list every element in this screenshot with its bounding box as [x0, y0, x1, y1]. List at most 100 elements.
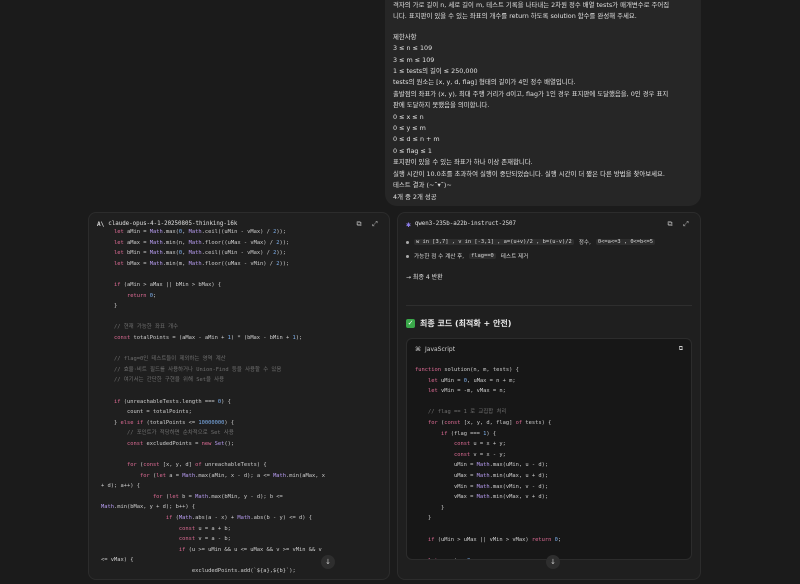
code-line: vMax = Math.min(vMax, v + d);	[415, 494, 549, 501]
inline-code: w in [3,7] , v in [-3,1] , a=(u+v)/2 , b…	[414, 239, 574, 245]
prompt-line: 판에 도달하지 못했음을 의미합니다.	[393, 101, 490, 110]
qwen-logo-icon: ✱	[406, 219, 411, 229]
list-text: 가능한 점 수 계산 후,	[414, 254, 465, 260]
code-line: // 포인트가 적당하면 순차적으로 Set 사용	[126, 430, 234, 437]
code-line: return 0;	[126, 292, 157, 299]
response-body: w in [3,7] , v in [-3,1] , a=(u+v)/2 , b…	[398, 235, 700, 579]
code-line: <= vMax) {	[101, 557, 134, 564]
code-line: let vMin = -m, vMax = n;	[427, 388, 506, 395]
prompt-line: tests의 원소는 [x, y, d, flag] 형태의 길이가 4인 정수…	[393, 78, 576, 87]
prompt-line: 출발점의 좌표가 (x, y), 최대 주행 거리가 d이고, flag가 1인…	[393, 89, 669, 98]
list-text: 테스트 제거	[500, 254, 529, 260]
code-line: uMax = Math.min(uMax, u + d);	[415, 472, 549, 479]
inline-code: flag==0	[469, 253, 496, 259]
copy-icon[interactable]: ⧉	[664, 218, 676, 230]
code-line: // 효율·비트 필드를 사용하거나 Union-Find 등을 사용할 수 있…	[113, 366, 282, 373]
code-line: if (flag === 1) {	[440, 430, 497, 437]
code-block: let aMin = Math.max(0, Math.ceil((uMin -…	[101, 227, 325, 577]
code-line: Math.min(bMax, y + d); b++) {	[101, 504, 196, 511]
prompt-line: 제한사항	[393, 32, 417, 41]
prompt-line: 0 ≤ x ≤ n	[393, 112, 424, 121]
prompt-line: 실행 시간이 10.0초를 초과하여 실행이 중단되었습니다. 실행 시간이 더…	[393, 169, 665, 178]
code-line: let count = 0;	[415, 556, 561, 559]
model-response-panel-right: ✱ qwen3-235b-a22b-instruct-2507 ⧉ ⤢ w in…	[397, 212, 701, 580]
user-message: 격자의 가로 길이 n, 세로 길이 m, 테스트 기록을 나타내는 2차원 정…	[385, 0, 701, 206]
prompt-line: 3 ≤ n ≤ 109	[393, 44, 433, 53]
prompt-line: 0 ≤ y ≤ m	[393, 124, 426, 133]
scroll-down-button[interactable]: ↓	[321, 555, 335, 569]
code-line: if (uMin > uMax || vMin > vMax) return 0…	[427, 536, 562, 543]
code-line: for (const [x, y, d] of unreachableTests…	[126, 462, 267, 469]
chat-page: 격자의 가로 길이 n, 세로 길이 m, 테스트 기록을 나타내는 2차원 정…	[0, 0, 800, 584]
inline-code: 0<=a<=3 , 0<=b<=5	[595, 239, 656, 245]
code-line: for (let b = Math.max(bMin, y - d); b <=	[152, 493, 283, 500]
section-title-text: 최종 코드 (최적화 + 안전)	[420, 318, 512, 328]
scroll-down-button[interactable]: ↓	[546, 555, 560, 569]
code-block-header: ⌘ JavaScript ⧉	[407, 339, 691, 359]
prompt-line: 0 ≤ d ≤ n + m	[393, 135, 440, 144]
list-text: 정수,	[578, 240, 591, 246]
bullet-icon	[406, 254, 409, 258]
expand-icon[interactable]: ⤢	[680, 218, 692, 230]
list-item: w in [3,7] , v in [-3,1] , a=(u+v)/2 , b…	[406, 235, 692, 249]
code-line: }	[101, 303, 118, 310]
code-block: ⌘ JavaScript ⧉ function solution(n, m, t…	[406, 338, 692, 560]
code-line: excludedPoints.add(`${a},${b}`);	[101, 568, 296, 574]
code-line: // flag=0인 테스트들이 제외하는 영역 계산	[113, 356, 226, 363]
code-line: // flag == 1 로 교집합 처리	[427, 409, 507, 416]
prompt-line: 3 ≤ m ≤ 109	[393, 55, 435, 64]
panel-header: ✱ qwen3-235b-a22b-instruct-2507 ⧉ ⤢	[398, 213, 700, 235]
prompt-line: 격자의 가로 길이 n, 세로 길이 m, 테스트 기록을 나타내는 2차원 정…	[393, 1, 670, 9]
code-line: if (aMin > aMax || bMin > bMax) {	[113, 281, 222, 288]
code-line: uMin = Math.max(uMin, u - d);	[415, 462, 549, 469]
result-line: → 최종 4 반환	[406, 273, 443, 281]
prompt-line: 니다. 표지판이 있을 수 있는 좌표의 개수를 return 하도록 solu…	[393, 12, 637, 21]
model-name: ✱ qwen3-235b-a22b-instruct-2507	[406, 220, 660, 229]
divider	[406, 305, 692, 306]
model-response-panel-left: A\ claude-opus-4-1-20250805-thinking-16k…	[88, 212, 390, 580]
list-item: 가능한 점 수 계산 후, flag==0 테스트 제거	[406, 249, 692, 263]
code-line: for (const [x, y, d, flag] of tests) {	[427, 419, 552, 426]
code-line: const totalPoints = (aMax - aMin + 1) * …	[113, 334, 303, 341]
code-line: const v = a - b;	[178, 536, 231, 543]
code-line: for (let a = Math.max(aMin, x - d); a <=…	[139, 472, 325, 479]
code-language-label: JavaScript	[425, 345, 456, 353]
code-line: const v = x - y;	[453, 451, 506, 458]
code-line: if (u >= uMin && u <= uMax && v >= vMin …	[178, 546, 322, 553]
code-line: }	[415, 504, 445, 511]
code-line: // 여기서는 간단한 구현을 위해 Set을 사용	[113, 377, 225, 384]
code-language: ⌘ JavaScript	[415, 346, 679, 353]
code-line: let aMax = Math.min(n, Math.floor((uMax …	[113, 239, 290, 246]
code-line: // 현재 가능한 좌표 개수	[113, 324, 179, 331]
code-line: vMin = Math.max(vMin, v - d);	[415, 483, 549, 490]
prompt-line: 0 ≤ flag ≤ 1	[393, 146, 432, 155]
code-line: if (Math.abs(a - x) + Math.abs(b - y) <=…	[165, 515, 312, 522]
code-line: let bMin = Math.max(0, Math.ceil((uMin -…	[113, 250, 287, 257]
copy-icon[interactable]: ⧉	[353, 218, 365, 230]
code-line: const u = a + b;	[178, 525, 231, 532]
code-line: let bMax = Math.min(m, Math.floor((uMax …	[113, 260, 290, 267]
code-content: function solution(n, m, tests) { let uMi…	[415, 365, 562, 559]
model-name-label: qwen3-235b-a22b-instruct-2507	[414, 221, 517, 227]
code-line: let uMin = 0, uMax = n + m;	[427, 377, 516, 384]
code-line: function solution(n, m, tests) {	[415, 367, 519, 373]
expand-icon[interactable]: ⤢	[369, 218, 381, 230]
code-icon: ⌘	[415, 345, 421, 353]
prompt-line: 표지판이 있을 수 있는 좌표가 하나 이상 존재합니다.	[393, 158, 533, 167]
code-line: count = totalPoints;	[101, 409, 192, 416]
code-line: let aMin = Math.max(0, Math.ceil((uMin -…	[113, 229, 287, 235]
code-line: }	[415, 515, 432, 522]
section-title: ✓ 최종 코드 (최적화 + 안전)	[406, 316, 692, 330]
code-line: if (unreachableTests.length === 0) {	[113, 398, 231, 405]
prompt-line: 테스트 결과 (~˘▾˘)~	[393, 181, 452, 190]
copy-icon[interactable]: ⧉	[679, 345, 683, 353]
code-line: + d); a++) {	[101, 483, 140, 490]
